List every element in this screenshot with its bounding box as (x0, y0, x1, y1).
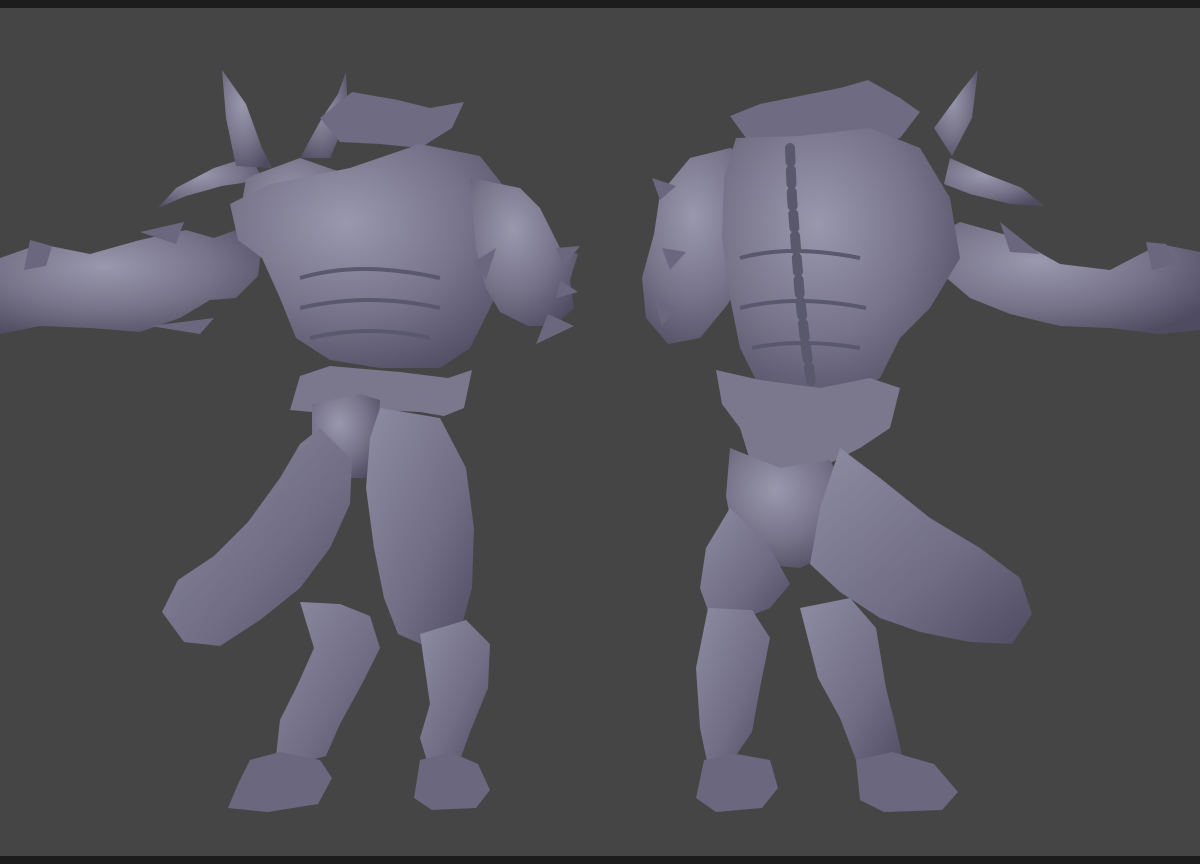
back-horn-top (934, 70, 978, 156)
screenshot-stage (0, 0, 1200, 864)
back-right-hoof (856, 752, 958, 812)
demon-sculpt-front-view (0, 70, 580, 812)
back-horn-right (944, 158, 1044, 206)
render-viewport (0, 8, 1200, 856)
front-horn-top (222, 70, 272, 168)
front-right-shin (420, 620, 490, 764)
back-left-shin (696, 608, 770, 766)
front-left-hoof (228, 752, 332, 812)
front-right-thigh (366, 408, 474, 648)
back-left-hoof (696, 754, 778, 812)
front-right-hoof (414, 752, 490, 810)
back-right-arm (930, 222, 1200, 334)
back-torso (722, 128, 960, 402)
demon-sculpt-back-view (642, 70, 1200, 812)
back-right-shin (800, 598, 904, 774)
front-left-shin (276, 602, 380, 764)
render-canvas (0, 70, 1200, 812)
